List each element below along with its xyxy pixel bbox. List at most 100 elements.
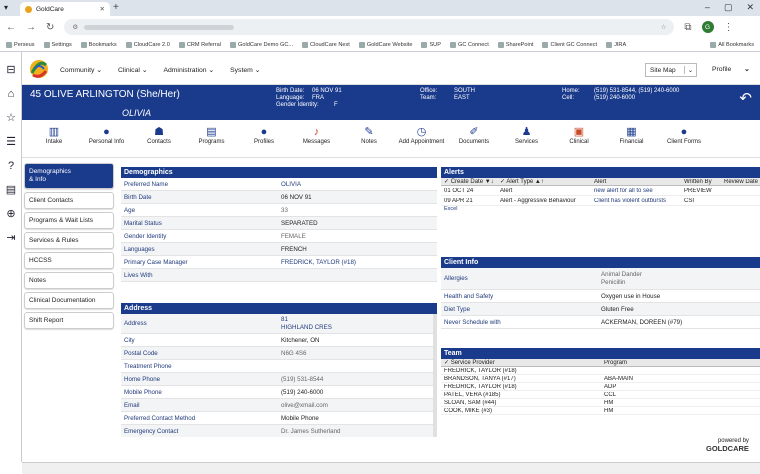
menu-clinical[interactable]: Clinical ⌄ [118,66,148,74]
demographics-row-age: Age 33 [121,204,437,217]
bookmark-sharepoint[interactable]: SharePoint [497,41,533,48]
minimize-icon[interactable]: – [705,2,710,13]
alert-row[interactable]: 09 APR 21 Alert - Aggressive Behaviour Cli… [441,196,760,206]
iconbar-financial[interactable]: ▦ Financial [602,125,662,145]
field-value: Dr. James Sutherland [281,427,341,435]
browser-menu-icon[interactable]: ⋮ [724,22,734,33]
bookmark-label: SUP [429,41,441,48]
iconbar-clinical[interactable]: ▣ Clinical [549,125,609,145]
left-menu-clinical-documentation[interactable]: Clinical Documentation [24,292,114,309]
left-menu-demographics[interactable]: Demographics & Info [24,163,114,189]
bookmark-client-gc-connect[interactable]: Client GC Connect [542,41,597,48]
bell-icon: ♪ [313,126,320,138]
client-info-row-never-schedule-with: Never Schedule with ACKERMAN, DOREEN (#79… [441,316,760,329]
iconbar-messages[interactable]: ♪ Messages [287,125,347,145]
bookmark-bookmarks[interactable]: Bookmarks [80,41,117,48]
field-value: SEPARATED [281,219,318,227]
expand-sidebar-icon[interactable]: ⊟ [5,64,17,76]
iconbar-intake[interactable]: ▥ Intake [24,125,84,145]
site-map-select[interactable]: Site Map ⌄ [645,63,697,77]
bookmark-settings[interactable]: Settings [43,41,72,48]
left-menu-hccss[interactable]: HCCSS [24,252,114,269]
address-scrollbar[interactable] [433,314,437,437]
iconbar-profiles[interactable]: ● Profiles [234,125,294,145]
bookmark-sup[interactable]: SUP [421,41,441,48]
forward-icon[interactable]: → [26,22,36,33]
team-col-program[interactable]: Program [601,360,760,366]
address-row-treatment-phone: Treatment Phone [121,360,437,373]
menu-administration[interactable]: Administration ⌄ [163,66,214,74]
iconbar-programs[interactable]: ▤ Programs [182,125,242,145]
bookmark-cloudcare-2-0[interactable]: CloudCare 2.0 [125,41,170,48]
maximize-icon[interactable]: ▢ [724,2,733,13]
iconbar-documents[interactable]: ✐ Documents [444,125,504,145]
iconbar-client-forms[interactable]: ● Client Forms [654,125,714,145]
header-values-3: (519) 531-8544, (519) 240-6000 (519) 240-… [594,88,680,101]
left-menu-services-rules[interactable]: Services & Rules [24,232,114,249]
bookmark-cloudcare-next[interactable]: CloudCare Next [302,41,350,48]
bookmark-crm-referral[interactable]: CRM Referral [178,41,221,48]
left-menu-client-contacts[interactable]: Client Contacts [24,192,114,209]
field-label: Gender Identity [124,232,167,240]
iconbar-notes[interactable]: ✎ Notes [339,125,399,145]
settings-sliders-icon[interactable]: ☰ [5,136,17,148]
accessibility-icon[interactable]: ⊕ [5,208,17,220]
left-menu-shift-report[interactable]: Shift Report [24,312,114,329]
browser-profile-avatar[interactable]: G [701,21,714,33]
alert-row[interactable]: 01 OCT 24 Alert new alert for all to see PR… [441,186,760,196]
field-value: Gluten Free [601,305,634,313]
iconbar-add-appointment[interactable]: ◷ Add Appointment [392,125,452,145]
favorites-star-icon[interactable]: ☆ [5,112,17,124]
menu-system[interactable]: System ⌄ [230,66,260,74]
bookmark-goldcare-demo-gc[interactable]: GoldCare Demo GC... [230,41,294,48]
alerts-title: Alerts [441,167,760,178]
bookmark-star-icon[interactable]: ☆ [661,23,667,31]
profile-menu[interactable]: Profile [712,66,731,73]
field-label: Diet Type [444,305,471,313]
address-row-emergency-contact: Emergency Contact Dr. James Sutherland [121,425,437,437]
bookmark-jira[interactable]: JIRA [606,41,626,48]
new-tab-button[interactable]: + [113,2,119,13]
document-icon[interactable]: ▤ [5,184,17,196]
bookmark-goldcare-website[interactable]: GoldCare Website [358,41,412,48]
bookmark-gc-connect[interactable]: GC Connect [449,41,489,48]
iconbar-services[interactable]: ♟ Services [497,125,557,145]
alerts-col-alert-type[interactable]: ✓ Alert Type ▲↑ [497,178,591,185]
site-info-icon[interactable]: ⚙ [72,23,78,31]
address-bar[interactable]: ⚙ ☆ [64,19,675,35]
team-cell: BRANDSON, TANYA (#17) [444,375,516,382]
back-icon[interactable]: ← [6,22,16,33]
help-icon[interactable]: ? [5,160,17,172]
all-bookmarks[interactable]: All Bookmarks [710,41,754,48]
alerts-col-create-date[interactable]: ✓ Create Date ▼↓ [441,178,497,185]
field-label: Lives With [124,271,153,279]
close-window-icon[interactable]: ✕ [746,2,754,13]
iconbar-contacts[interactable]: ☗ Contacts [129,125,189,145]
team-col-service-provider[interactable]: ✓ Service Provider [441,359,601,366]
alerts-col-written-by[interactable]: Written By [681,179,721,185]
tab-favicon-icon [25,5,32,13]
bookmark-label: GoldCare Demo GC... [238,41,294,48]
left-menu-notes[interactable]: Notes [24,272,114,289]
bookmark-favicon-icon [80,41,87,48]
back-arrow-icon[interactable]: ↶ [739,89,752,107]
logout-icon[interactable]: ⇥ [5,232,17,244]
extensions-icon[interactable]: ⧉ [684,22,691,33]
allergies-row: Allergies Animal Dander Penicillin [441,268,760,290]
tab-menu-icon[interactable]: ▾ [4,3,8,12]
left-menu-programs-wait-lists[interactable]: Programs & Wait Lists [24,212,114,229]
browser-tab[interactable]: GoldCare ✕ [20,2,110,16]
tab-close-icon[interactable]: ✕ [100,5,105,13]
alerts-col-alert[interactable]: Alert [591,179,681,185]
iconbar-personal-info[interactable]: ● Personal Info [77,125,137,145]
alerts-col-review-date[interactable]: Review Date [721,179,760,185]
excel-export-link[interactable]: Excel [441,206,760,212]
bookmark-perseus[interactable]: Perseus [6,41,35,48]
field-value: Oxygen use in House [601,292,661,300]
menu-community[interactable]: Community ⌄ [60,66,102,74]
profile-chevron-icon[interactable]: ⌄ [744,65,750,73]
reload-icon[interactable]: ↻ [46,22,54,33]
home-icon[interactable]: ⌂ [5,88,17,100]
goldcare-logo[interactable] [28,57,50,81]
bookmark-label: Perseus [14,41,35,48]
